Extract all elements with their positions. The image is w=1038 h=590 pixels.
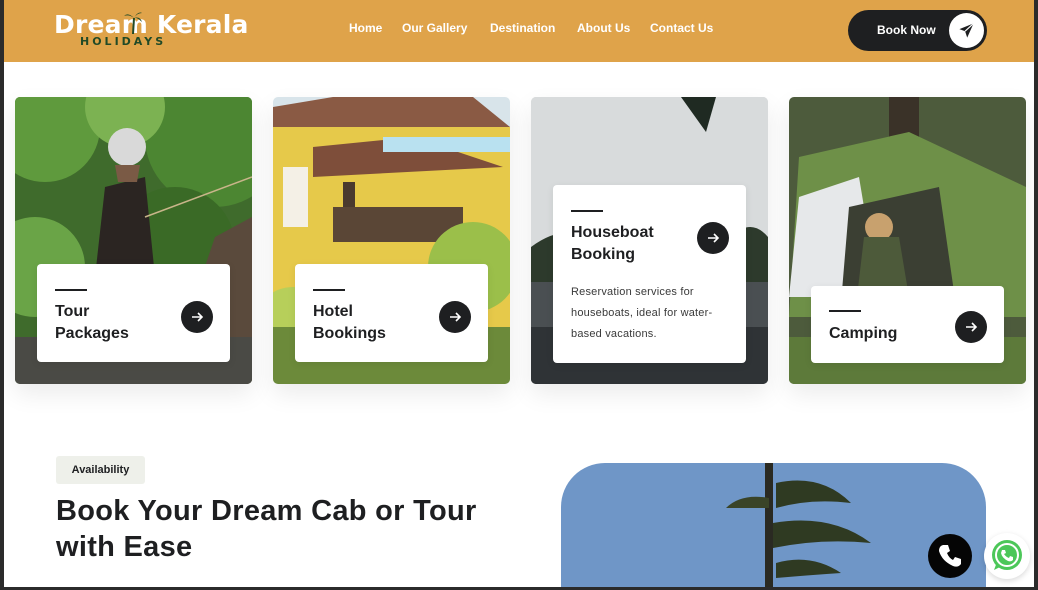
- card-divider: [829, 310, 861, 312]
- card-info: Houseboat Booking Reservation services f…: [553, 185, 746, 363]
- card-title-line-2: Bookings: [313, 325, 386, 342]
- nav-home[interactable]: Home: [349, 21, 382, 35]
- card-title-line-1: Houseboat: [571, 224, 654, 241]
- card-info: Tour Packages: [37, 264, 230, 362]
- card-title-line-1: Tour: [55, 303, 90, 320]
- card-divider: [55, 289, 87, 291]
- send-icon: [959, 22, 974, 38]
- card-title: Houseboat Booking: [571, 222, 654, 266]
- card-title: Camping: [829, 325, 898, 342]
- send-icon-circle: [949, 13, 984, 48]
- card-description: Reservation services for houseboats, ide…: [571, 286, 713, 340]
- nav-our-gallery[interactable]: Our Gallery: [402, 21, 467, 35]
- card-title: Tour Packages: [55, 301, 129, 345]
- nav-contact-us[interactable]: Contact Us: [650, 21, 713, 35]
- tree-sky-photo: [561, 463, 986, 587]
- tree-photo: [561, 463, 986, 587]
- service-card-houseboat-booking[interactable]: Houseboat Booking Reservation services f…: [531, 97, 768, 384]
- section-tag: Availability: [56, 456, 145, 484]
- site-header: Dream Kerala HOLIDAYS Home Our Gallery D…: [4, 0, 1034, 62]
- service-card-camping[interactable]: Camping: [789, 97, 1026, 384]
- nav-destination[interactable]: Destination: [490, 21, 555, 35]
- card-title-line-2: Packages: [55, 325, 129, 342]
- page: Dream Kerala HOLIDAYS Home Our Gallery D…: [4, 0, 1034, 587]
- arrow-right-icon: [450, 312, 462, 322]
- arrow-right-icon: [966, 322, 978, 332]
- palm-icon: [124, 12, 142, 34]
- card-info: Hotel Bookings: [295, 264, 488, 362]
- section-heading: Book Your Dream Cab or Tour with Ease: [56, 493, 536, 565]
- call-button[interactable]: [928, 534, 972, 578]
- section-heading-line-2: with Ease: [56, 531, 193, 563]
- book-now-button[interactable]: Book Now: [848, 10, 987, 51]
- service-card-tour-packages[interactable]: Tour Packages: [15, 97, 252, 384]
- card-divider: [571, 210, 603, 212]
- card-arrow-button[interactable]: [439, 301, 471, 333]
- card-arrow-button[interactable]: [181, 301, 213, 333]
- arrow-right-icon: [192, 312, 204, 322]
- arrow-right-icon: [708, 233, 720, 243]
- whatsapp-icon: [992, 540, 1022, 570]
- section-heading-line-1: Book Your Dream Cab or Tour: [56, 495, 477, 527]
- nav-about-us[interactable]: About Us: [577, 21, 630, 35]
- card-arrow-button[interactable]: [955, 311, 987, 343]
- card-info: Camping: [811, 286, 1004, 363]
- whatsapp-button[interactable]: [984, 533, 1030, 579]
- service-card-hotel-bookings[interactable]: Hotel Bookings: [273, 97, 510, 384]
- logo[interactable]: Dream Kerala HOLIDAYS: [54, 10, 248, 50]
- card-title-line-2: Booking: [571, 246, 635, 263]
- card-arrow-button[interactable]: [697, 222, 729, 254]
- logo-subtitle: HOLIDAYS: [80, 35, 167, 48]
- phone-icon: [939, 545, 961, 567]
- card-divider: [313, 289, 345, 291]
- card-title: Hotel Bookings: [313, 301, 386, 345]
- book-now-label: Book Now: [877, 23, 936, 37]
- card-title-line-1: Hotel: [313, 303, 353, 320]
